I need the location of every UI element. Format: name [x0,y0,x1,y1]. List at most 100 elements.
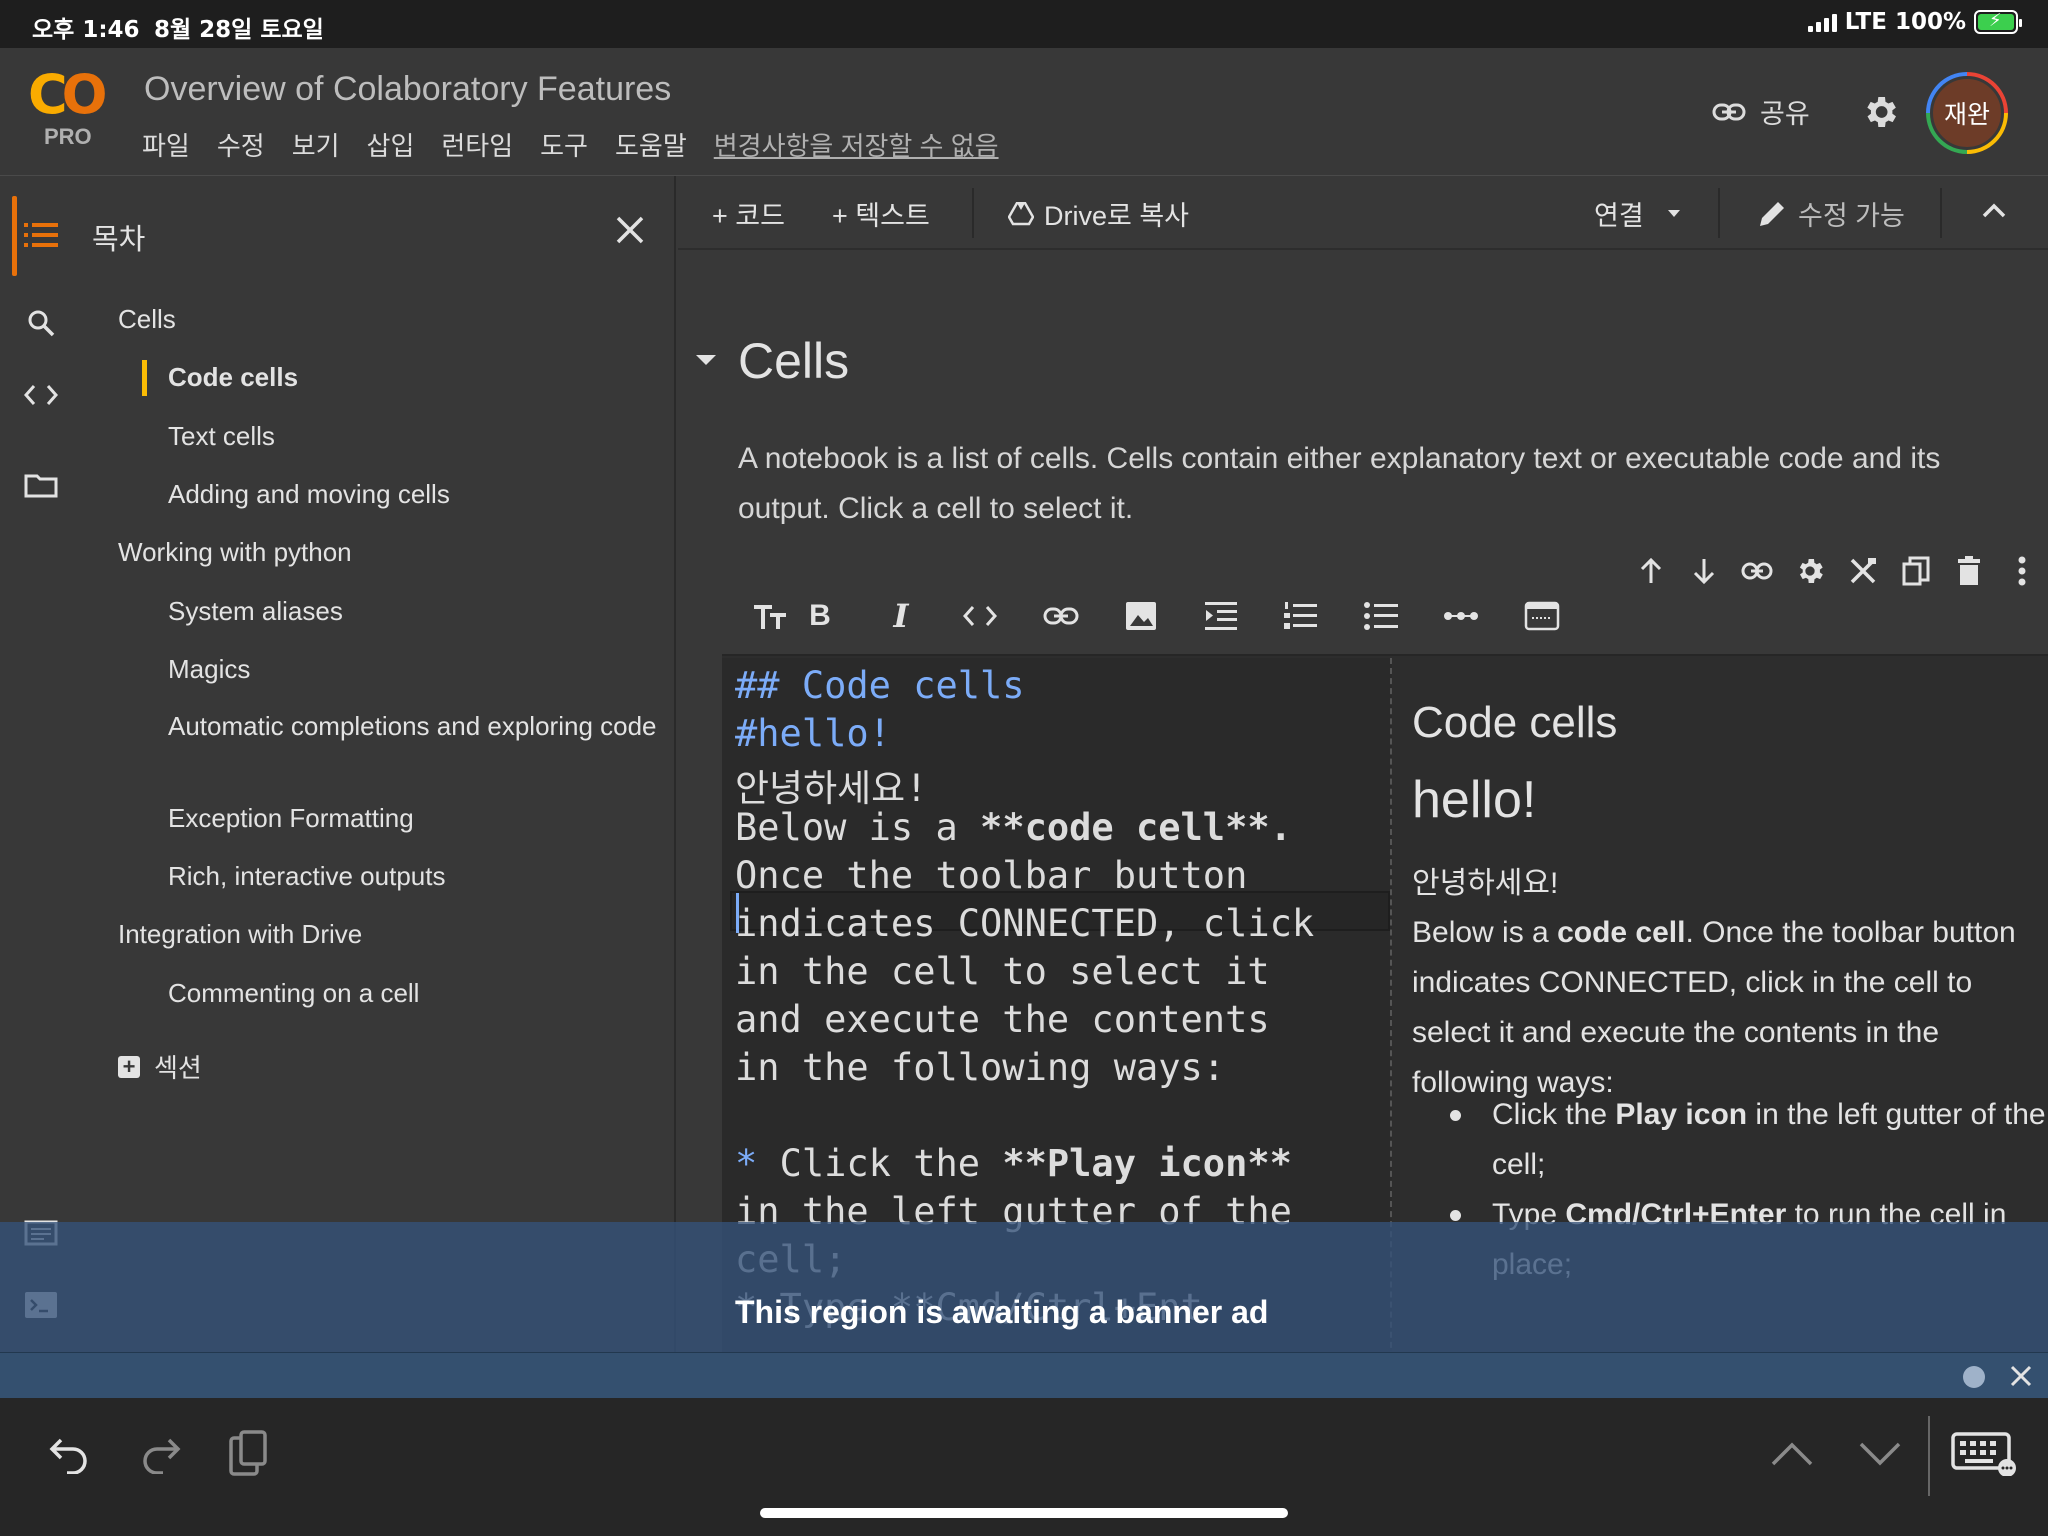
editor-line: #hello! [735,712,891,755]
link-icon[interactable] [1039,596,1083,636]
notebook-main: Cells A notebook is a list of cells. Cel… [678,252,2048,1352]
editor-line: in the following ways: [735,1046,1225,1089]
folder-icon[interactable] [14,458,68,512]
toc-item-integration-with-drive[interactable]: Integration with Drive [118,917,362,951]
editor-text-run: Once the toolbar button [735,854,1248,897]
move-down-arrow-icon[interactable] [1677,544,1730,598]
section-collapse-caret-icon[interactable] [692,350,720,375]
collapse-header-button[interactable] [1980,200,2008,220]
more-vert-icon[interactable] [1995,544,2048,598]
toc-icon[interactable] [14,208,68,262]
menu-tools[interactable]: 도구 [540,126,588,163]
user-avatar[interactable]: 재완 [1926,72,2008,154]
toc-item-automatic-completions[interactable]: Automatic completions and exploring code [168,709,658,743]
notebook-toolbar: + 코드 + 텍스트 Drive로 복사 연결 수정 가능 [678,176,2048,250]
text-size-icon[interactable] [748,596,792,636]
bold-icon[interactable]: B [798,596,842,636]
status-date: 8월 28일 토요일 [154,17,324,43]
mirror-cell-icon[interactable] [1889,544,1942,598]
editor-line: * Click the **Play icon** [735,1142,1292,1185]
search-icon[interactable] [14,296,68,350]
cell-settings-gear-icon[interactable] [1783,544,1836,598]
chevron-down-icon[interactable] [1852,1426,1908,1482]
editor-line: Below is a **code cell**. [735,806,1292,849]
redo-icon[interactable] [132,1426,188,1482]
cell-link-icon[interactable] [1730,544,1783,598]
list-item: Click the Play icon in the left gutter o… [1448,1090,2048,1190]
menu-view[interactable]: 보기 [292,126,340,163]
status-bar: 오후 1:46 8월 28일 토요일 LTE 100% ⚡ [0,0,2048,48]
toc-item-magics[interactable]: Magics [168,652,250,686]
menu-file[interactable]: 파일 [142,126,190,163]
numbered-list-icon[interactable] [1278,596,1322,636]
preview-heading-1: hello! [1412,771,1537,829]
add-box-icon: + [118,1055,140,1078]
colab-logo[interactable]: CO PRO [28,68,112,150]
ad-banner-bar [0,1352,2048,1398]
status-time: 오후 1:46 [32,17,140,43]
toc-item-adding-moving-cells[interactable]: Adding and moving cells [168,477,450,511]
toc-item-working-with-python[interactable]: Working with python [118,535,352,569]
close-icon[interactable] [2008,1363,2034,1389]
ad-banner-overlay: This region is awaiting a banner ad [0,1222,2048,1352]
move-up-arrow-icon[interactable] [1624,544,1677,598]
chevron-up-icon[interactable] [1764,1426,1820,1482]
editor-line: ## Code cells [735,664,1025,707]
horizontal-rule-icon[interactable] [1439,596,1483,636]
toc-item-exception-formatting[interactable]: Exception Formatting [168,801,414,835]
add-section-button[interactable]: + 섹션 [118,1048,202,1085]
bulleted-list-icon[interactable] [1359,596,1403,636]
chevron-down-icon [1667,209,1680,217]
toc-item-cells[interactable]: Cells [118,302,176,336]
editor-text-run: Click the [779,1142,1003,1185]
close-editor-icon[interactable] [1836,544,1889,598]
copy-to-drive-button[interactable]: Drive로 복사 [1008,194,1189,233]
keyboard-icon[interactable] [1950,1426,2018,1482]
toc-item-system-aliases[interactable]: System aliases [168,594,343,628]
section-heading: Cells [738,333,850,389]
table-of-contents-panel: 목차 Cells Code cells Text cells Adding an… [80,176,676,1352]
toc-item-commenting[interactable]: Commenting on a cell [168,976,419,1010]
toolbar-divider [1940,188,1942,238]
editor-text-run: in the cell to select it [735,950,1270,993]
connect-button[interactable]: 연결 [1594,194,1694,233]
toc-item-rich-outputs[interactable]: Rich, interactive outputs [168,859,445,893]
toc-item-text-cells[interactable]: Text cells [168,419,275,453]
editor-text-run: indicates CONNECTED, click [735,902,1315,945]
edit-mode-button[interactable]: 수정 가능 [1756,194,1905,233]
code-snippets-icon[interactable] [14,368,68,422]
unsaved-notice[interactable]: 변경사항을 저장할 수 없음 [714,126,999,163]
close-icon[interactable] [610,210,650,250]
menu-runtime[interactable]: 런타임 [441,126,513,163]
keyboard-bar-divider [1928,1416,1930,1496]
notebook-title[interactable]: Overview of Colaboratory Features [144,70,671,109]
add-text-button[interactable]: + 텍스트 [832,194,930,233]
drive-icon [1008,201,1034,225]
avatar-initials: 재완 [1930,76,2004,150]
share-label: 공유 [1760,99,1810,129]
menu-help[interactable]: 도움말 [615,126,687,163]
app-header: CO PRO Overview of Colaboratory Features… [0,48,2048,176]
delete-trash-icon[interactable] [1942,544,1995,598]
menu-insert[interactable]: 삽입 [367,126,415,163]
share-button[interactable]: 공유 [1712,92,1810,131]
indent-icon[interactable] [1199,596,1243,636]
add-code-button[interactable]: + 코드 [712,194,785,233]
preview-greeting: 안녕하세요! [1412,867,1559,900]
home-indicator [760,1508,1288,1518]
toc-item-code-cells[interactable]: Code cells [168,360,298,394]
image-icon[interactable] [1119,596,1163,636]
emoji-icon[interactable] [1520,596,1564,636]
italic-icon[interactable]: I [879,596,923,636]
copy-to-drive-label: Drive로 복사 [1044,201,1190,231]
settings-gear-icon[interactable] [1860,92,1900,132]
preview-paragraph: Below is a code cell. Once the toolbar b… [1412,908,2048,1108]
undo-icon[interactable] [42,1426,98,1482]
editor-text-run: and execute the contents [735,998,1270,1041]
code-icon[interactable] [958,596,1002,636]
editor-line: indicates CONNECTED, click [735,902,1314,945]
pencil-icon [1760,201,1784,226]
menu-edit[interactable]: 수정 [217,126,265,163]
preview-bold-text: Play icon [1615,1098,1748,1131]
clipboard-paste-icon[interactable] [220,1426,276,1482]
